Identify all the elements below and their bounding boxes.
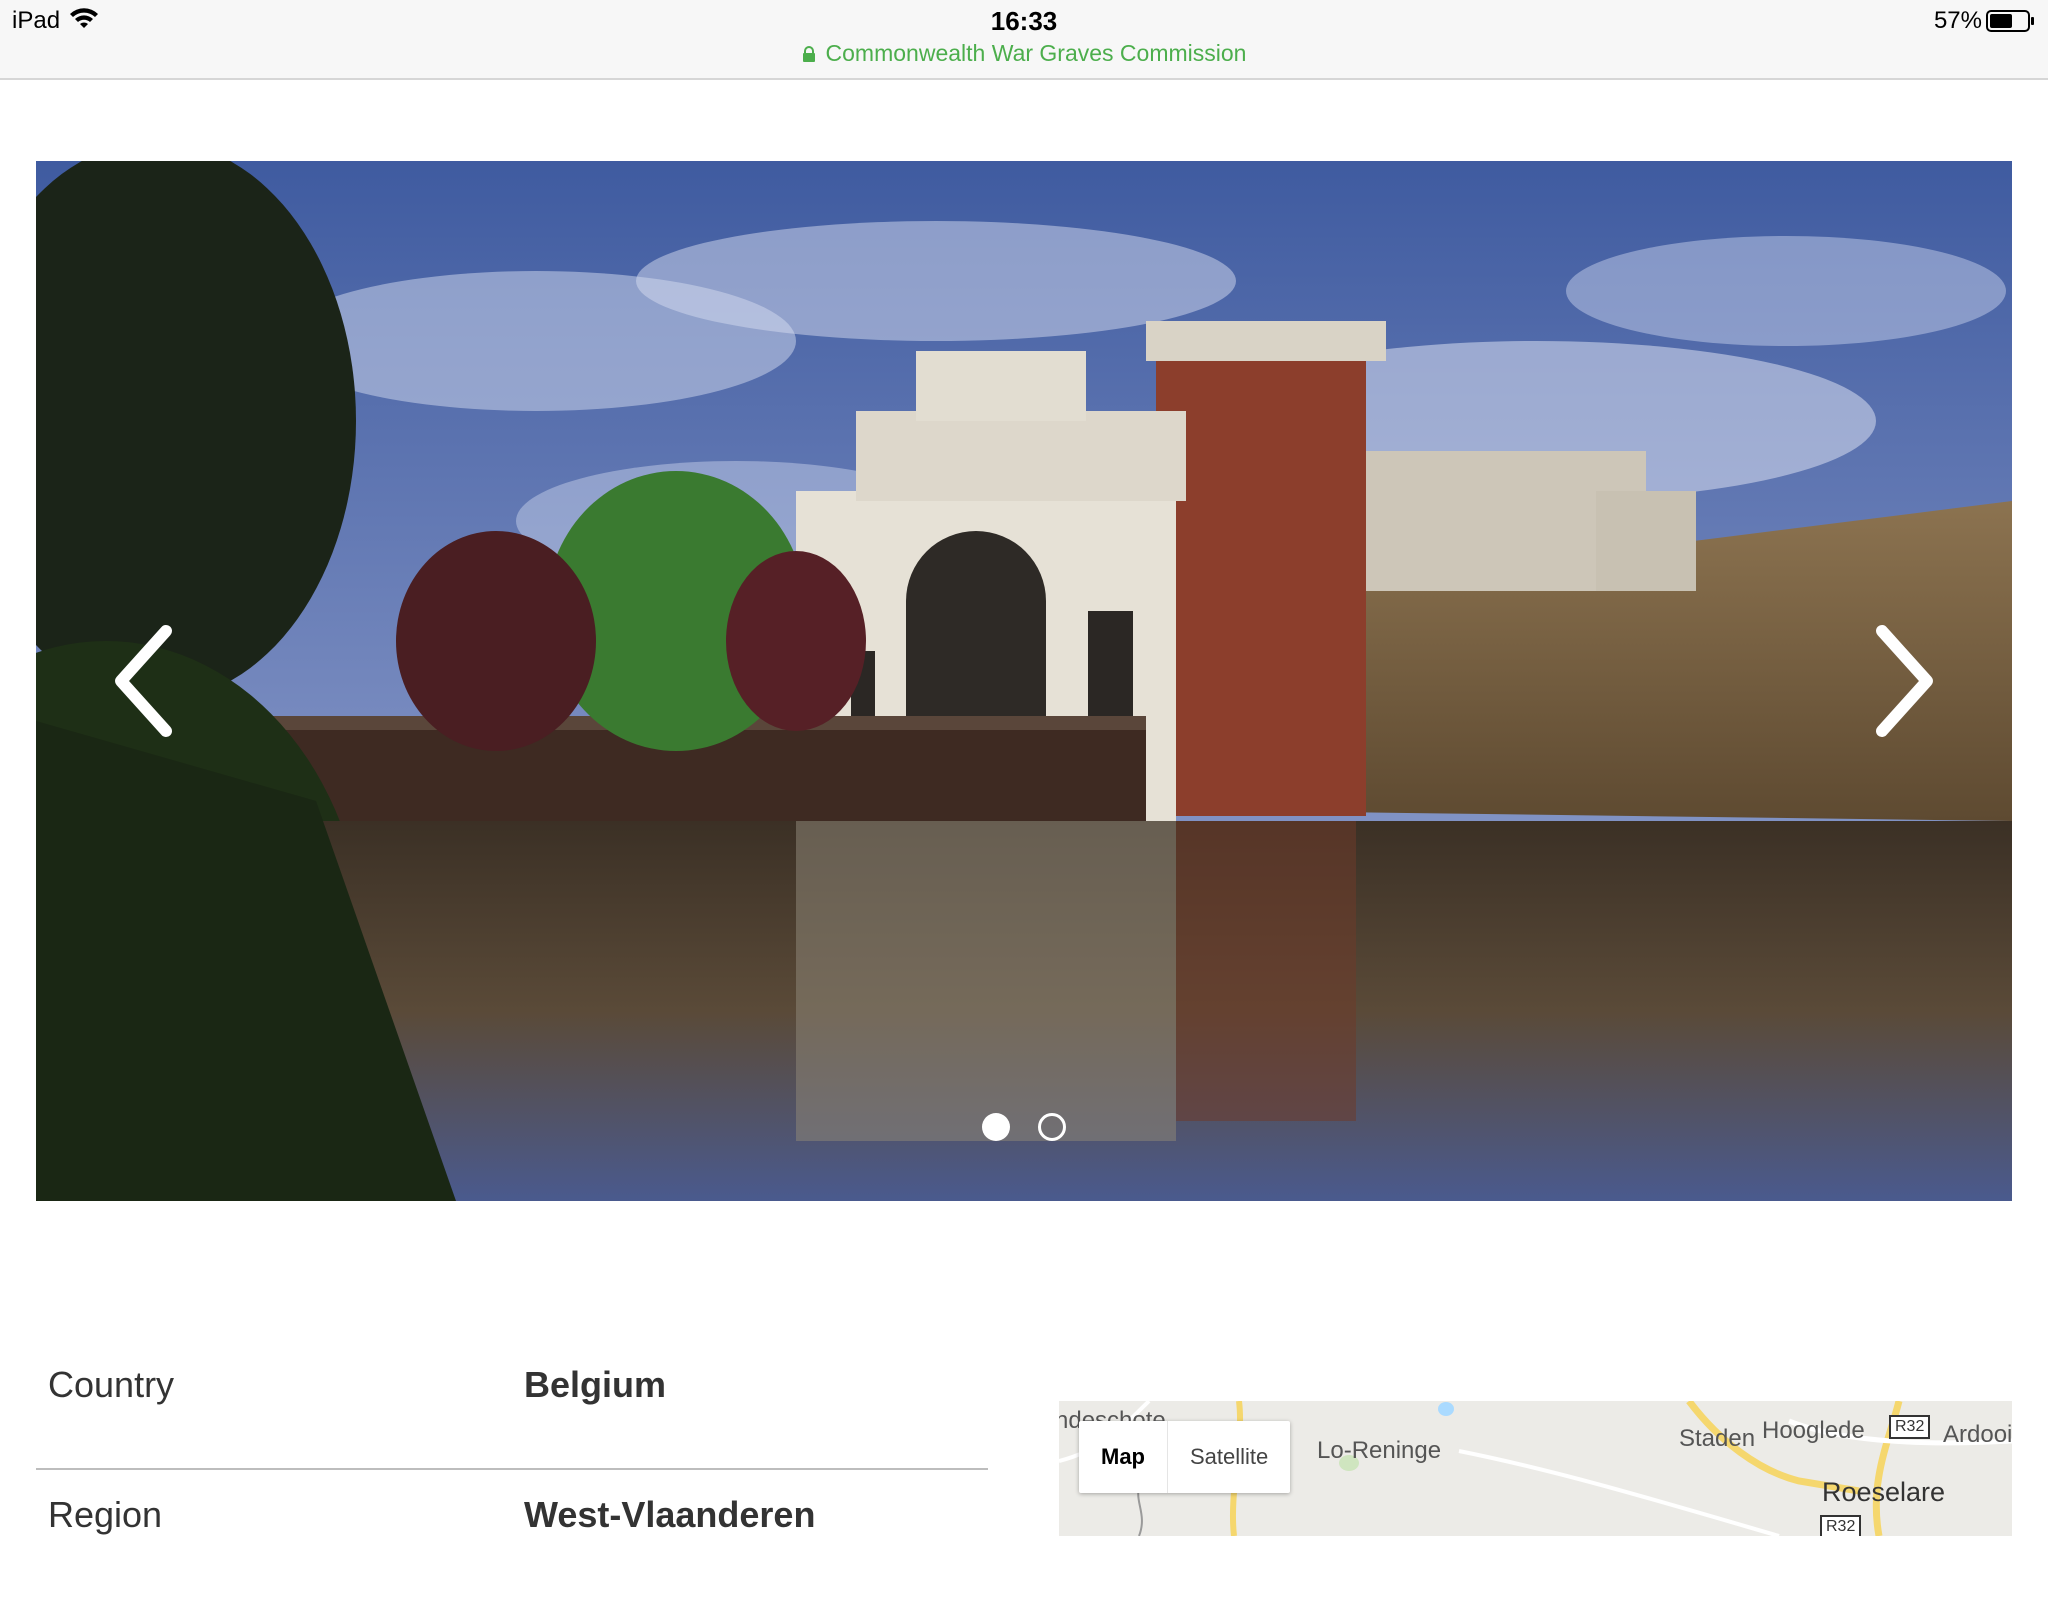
map-place-roeselare: Roeselare <box>1822 1477 1946 1507</box>
satellite-button[interactable]: Satellite <box>1168 1421 1290 1493</box>
cemetery-details: Country Belgium Region West-Vlaanderen <box>36 1340 988 1600</box>
detail-label: Country <box>48 1364 175 1405</box>
chevron-right-icon[interactable] <box>1862 621 1942 741</box>
detail-value: Belgium <box>524 1364 667 1405</box>
map-place-lo-reninge: Lo-Reninge <box>1317 1437 1442 1464</box>
browser-status-bar: iPad 16:33 57% Commonwealth War Graves C… <box>0 0 2048 80</box>
address-bar[interactable]: Commonwealth War Graves Commission <box>0 40 2048 67</box>
lock-icon <box>802 46 815 62</box>
carousel-dot-1[interactable] <box>982 1113 1010 1141</box>
location-map[interactable]: ndeschote Map Satellite Lo-Reninge Stade… <box>1059 1401 2012 1536</box>
status-time: 16:33 <box>990 6 1058 36</box>
map-place-hooglede: Hooglede <box>1762 1417 1865 1444</box>
chevron-left-icon[interactable] <box>106 621 186 741</box>
carousel-dot-2[interactable] <box>1038 1113 1066 1141</box>
map-button[interactable]: Map <box>1079 1421 1168 1493</box>
battery-icon <box>1986 10 2034 32</box>
detail-row-country: Country Belgium <box>36 1340 988 1470</box>
map-place-staden: Staden <box>1679 1425 1756 1452</box>
memorial-photo <box>36 161 2012 1201</box>
detail-value: West-Vlaanderen <box>524 1494 816 1535</box>
hero-carousel[interactable] <box>36 161 2012 1201</box>
map-place-ardooie: Ardooi <box>1943 1421 2012 1448</box>
detail-label: Region <box>48 1494 163 1535</box>
road-shield-r32-lower: R32 <box>1820 1515 1862 1536</box>
detail-row-region: Region West-Vlaanderen <box>36 1470 988 1600</box>
address-site-name: Commonwealth War Graves Commission <box>825 40 1247 66</box>
battery-percent: 57% <box>1933 7 1982 34</box>
road-shield-r32: R32 <box>1889 1415 1931 1439</box>
map-type-toggle[interactable]: Map Satellite <box>1079 1421 1291 1493</box>
